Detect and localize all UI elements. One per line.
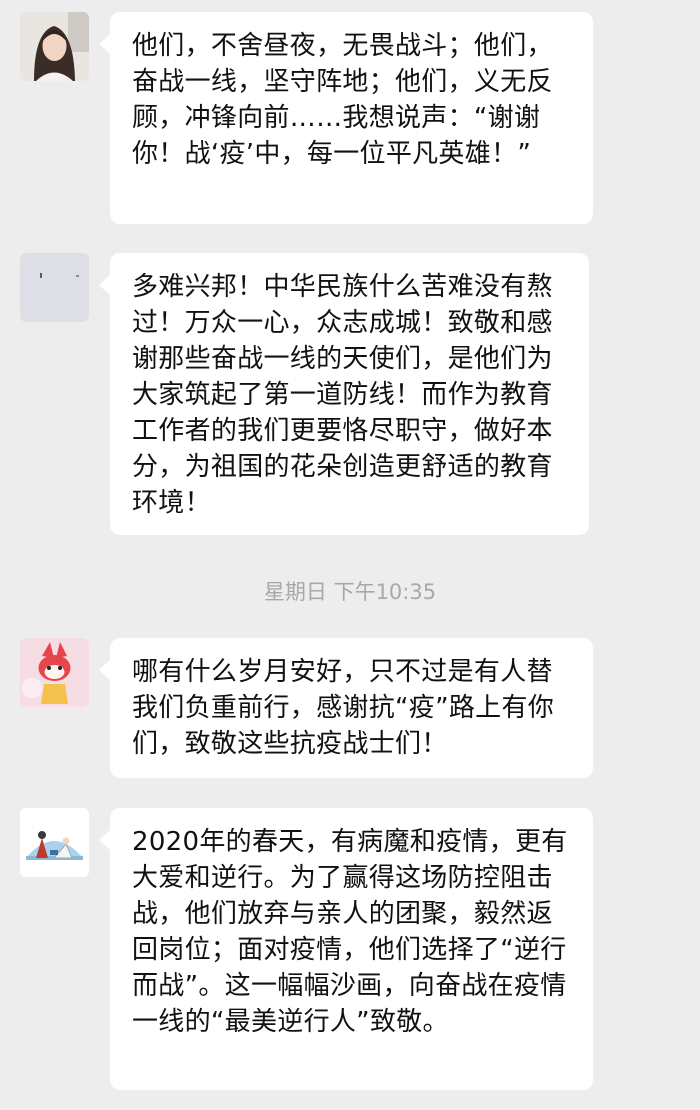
- woman-photo-avatar[interactable]: [20, 12, 89, 81]
- cartoon-fox-avatar[interactable]: [20, 638, 89, 707]
- woman-photo-avatar-icon: [20, 12, 89, 81]
- illustration-avatar[interactable]: [20, 808, 89, 877]
- message-bubble[interactable]: 他们，不舍昼夜，无畏战斗；他们，奋战一线，坚守阵地；他们，义无反顾，冲锋向前………: [99, 12, 593, 224]
- blank-gray-avatar-icon: [20, 253, 89, 322]
- message-bubble[interactable]: 2020年的春天，有病魔和疫情，更有大爱和逆行。为了赢得这场防控阻击战，他们放弃…: [99, 808, 593, 1090]
- illustration-avatar-icon: [20, 808, 89, 877]
- message-bubble[interactable]: 多难兴邦！中华民族什么苦难没有熬过！万众一心，众志成城！致敬和感谢那些奋战一线的…: [99, 253, 589, 535]
- blank-gray-avatar[interactable]: [20, 253, 89, 322]
- message-bubble[interactable]: 哪有什么岁月安好，只不过是有人替我们负重前行，感谢抗“疫”路上有你们，致敬这些抗…: [99, 638, 593, 778]
- timestamp: 星期日 下午10:35: [263, 580, 437, 604]
- cartoon-fox-avatar-icon: [20, 638, 89, 707]
- chat-view: 他们，不舍昼夜，无畏战斗；他们，奋战一线，坚守阵地；他们，义无反顾，冲锋向前………: [0, 0, 700, 1110]
